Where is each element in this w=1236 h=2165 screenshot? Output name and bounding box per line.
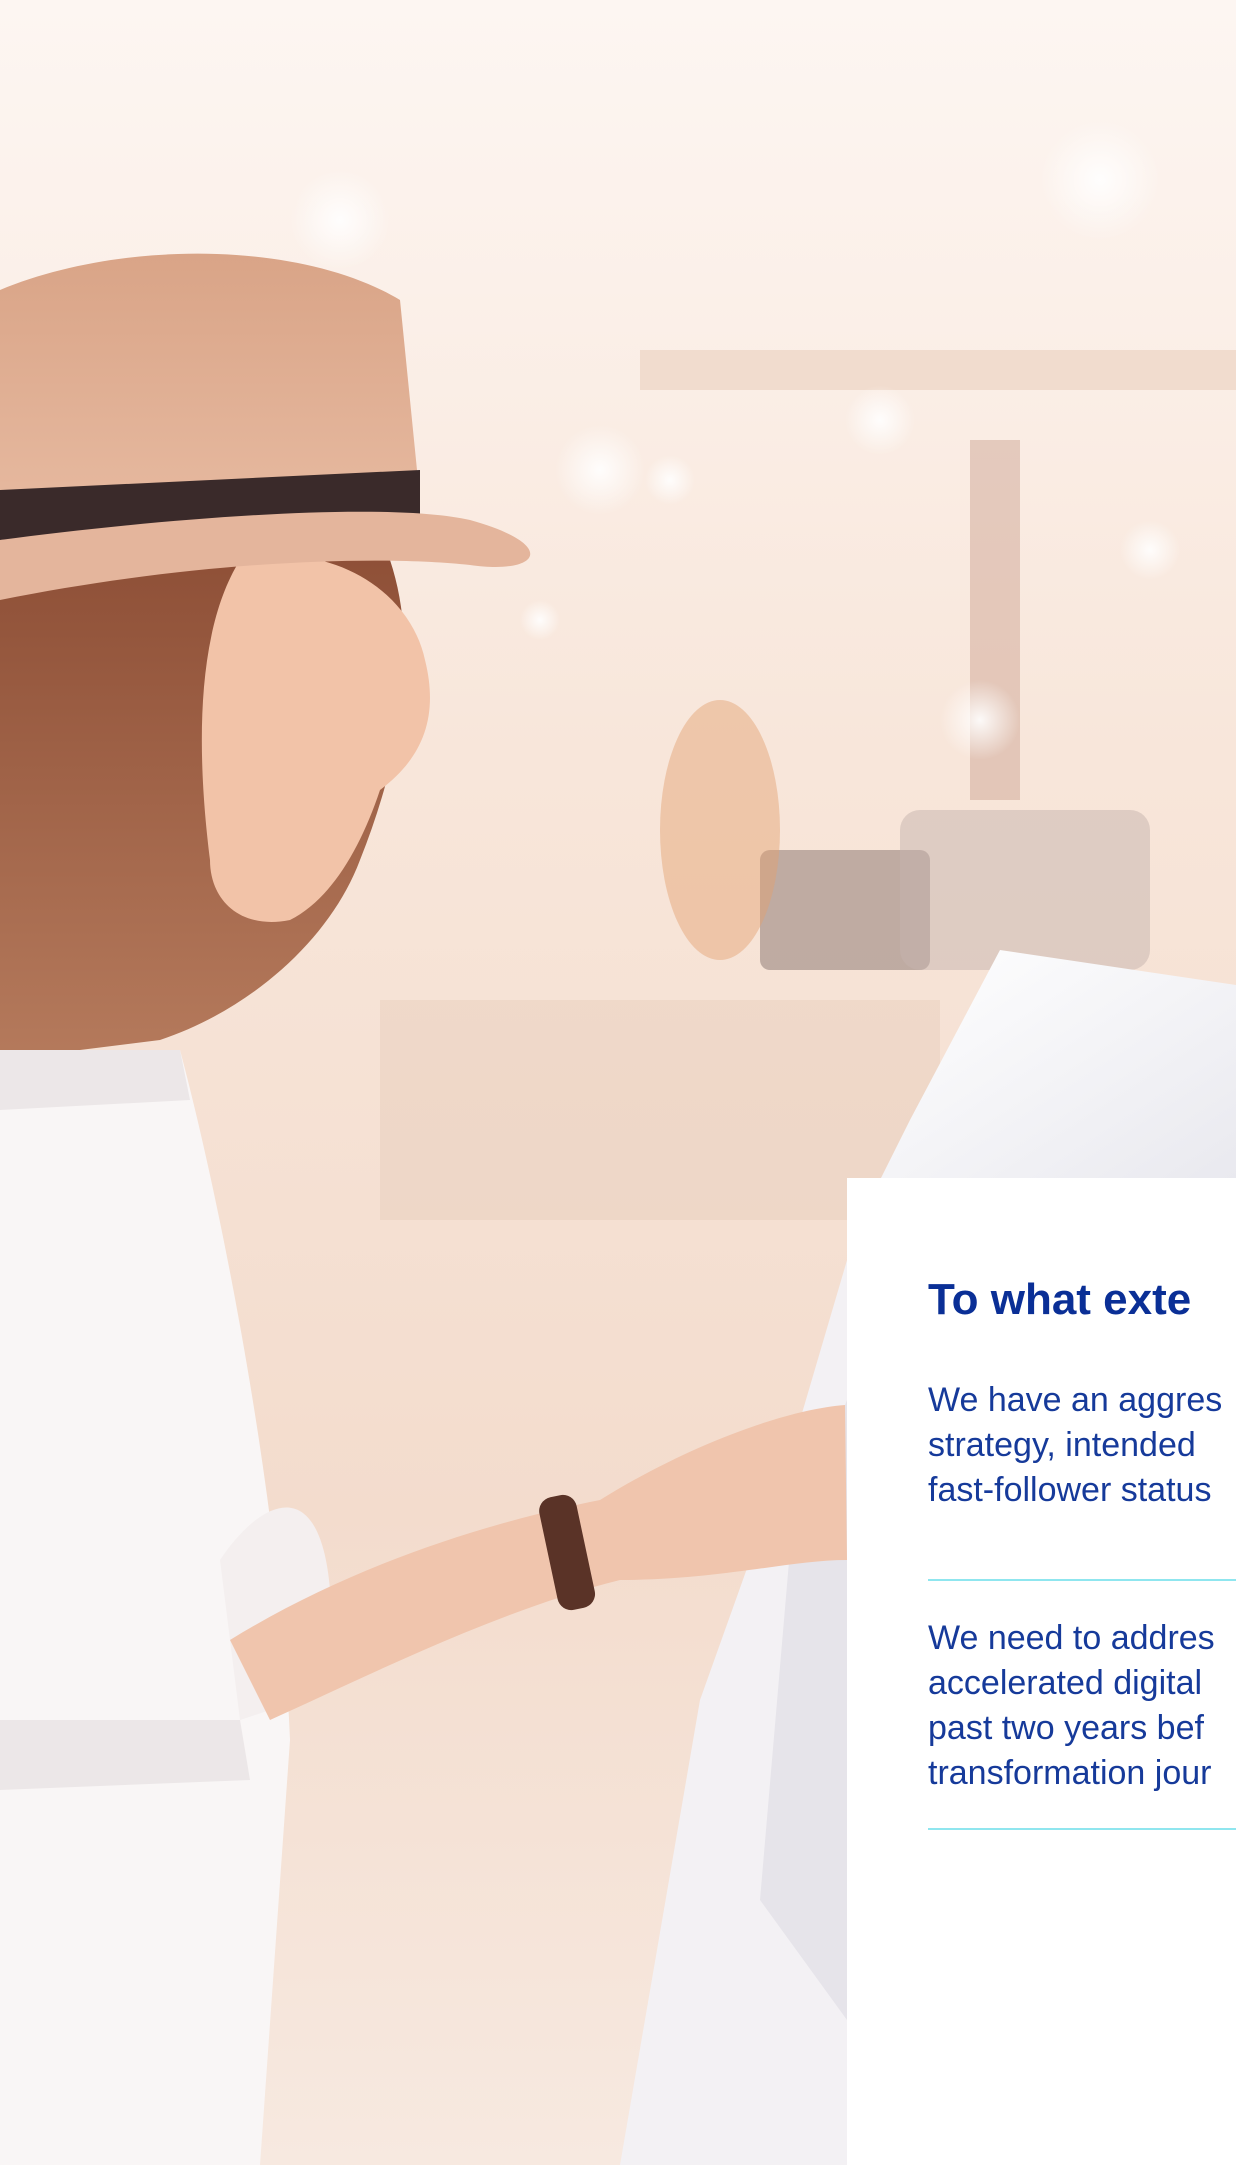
- page: To what exte We have an aggres strategy,…: [0, 0, 1236, 2165]
- option-divider: [928, 1828, 1236, 1830]
- question-title: To what exte: [928, 1275, 1192, 1324]
- answer-option-2[interactable]: We need to addres accelerated digital pa…: [928, 1616, 1236, 1796]
- answer-option-1[interactable]: We have an aggres strategy, intended fas…: [928, 1378, 1236, 1513]
- survey-card: To what exte We have an aggres strategy,…: [847, 1178, 1236, 2165]
- option-divider: [928, 1579, 1236, 1581]
